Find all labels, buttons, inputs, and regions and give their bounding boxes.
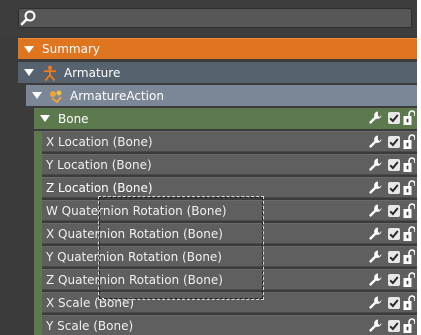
lock-icon[interactable] bbox=[403, 157, 415, 173]
wrench-icon[interactable] bbox=[367, 157, 383, 173]
channel-row[interactable]: Y Quaternion Rotation (Bone) bbox=[42, 246, 417, 267]
channel-label: Y Scale (Bone) bbox=[46, 318, 134, 333]
lock-icon[interactable] bbox=[403, 180, 415, 196]
lock-icon[interactable] bbox=[403, 226, 415, 242]
checkbox-icon[interactable] bbox=[388, 251, 400, 263]
channel-controls bbox=[367, 134, 415, 150]
channel-label: X Location (Bone) bbox=[46, 134, 153, 149]
checkbox-icon[interactable] bbox=[388, 320, 400, 332]
channel-controls bbox=[367, 318, 415, 334]
checkbox-icon[interactable] bbox=[388, 297, 400, 309]
search-input[interactable] bbox=[18, 8, 412, 28]
action-icon bbox=[50, 90, 62, 103]
wrench-icon[interactable] bbox=[367, 180, 383, 196]
channel-controls bbox=[367, 203, 415, 219]
dopesheet-channel-region: Summary Armature ArmatureAction Bone X L… bbox=[0, 0, 421, 335]
channel-label: Y Quaternion Rotation (Bone) bbox=[46, 249, 222, 264]
search-row bbox=[0, 0, 417, 36]
channel-row[interactable]: Y Location (Bone) bbox=[42, 154, 417, 175]
expand-arrow-icon[interactable] bbox=[40, 115, 50, 122]
lock-icon[interactable] bbox=[403, 203, 415, 219]
channel-row[interactable]: Z Quaternion Rotation (Bone) bbox=[42, 269, 417, 290]
channel-row[interactable]: W Quaternion Rotation (Bone) bbox=[42, 200, 417, 221]
group-indent-strip bbox=[34, 131, 42, 335]
wrench-icon[interactable] bbox=[367, 249, 383, 265]
channel-controls bbox=[367, 249, 415, 265]
checkbox-icon[interactable] bbox=[388, 136, 400, 148]
channel-label: Y Location (Bone) bbox=[46, 157, 152, 172]
channel-label: X Quaternion Rotation (Bone) bbox=[46, 226, 223, 241]
wrench-icon[interactable] bbox=[367, 318, 383, 334]
wrench-icon[interactable] bbox=[367, 226, 383, 242]
lock-icon[interactable] bbox=[403, 249, 415, 265]
channel-controls bbox=[367, 180, 415, 196]
channel-row[interactable]: Z Location (Bone) bbox=[42, 177, 417, 198]
wrench-icon[interactable] bbox=[367, 134, 383, 150]
lock-icon[interactable] bbox=[403, 110, 415, 126]
lock-icon[interactable] bbox=[403, 272, 415, 288]
wrench-icon[interactable] bbox=[367, 295, 383, 311]
wrench-icon[interactable] bbox=[367, 203, 383, 219]
channel-controls bbox=[367, 272, 415, 288]
expand-arrow-icon[interactable] bbox=[24, 69, 34, 76]
expand-arrow-icon[interactable] bbox=[24, 45, 34, 53]
summary-label: Summary bbox=[42, 42, 100, 56]
channel-controls bbox=[367, 295, 415, 311]
group-row[interactable]: Bone bbox=[34, 108, 417, 129]
checkbox-icon[interactable] bbox=[388, 205, 400, 217]
search-icon[interactable] bbox=[20, 9, 38, 27]
channel-list-panel: Summary Armature ArmatureAction Bone X L… bbox=[0, 0, 417, 335]
action-row[interactable]: ArmatureAction bbox=[26, 85, 417, 106]
checkbox-icon[interactable] bbox=[388, 182, 400, 194]
channel-row[interactable]: X Location (Bone) bbox=[42, 131, 417, 152]
channel-label: Z Location (Bone) bbox=[46, 180, 153, 195]
lock-icon[interactable] bbox=[403, 295, 415, 311]
checkbox-icon[interactable] bbox=[388, 159, 400, 171]
expand-arrow-icon[interactable] bbox=[32, 92, 42, 99]
channel-label: X Scale (Bone) bbox=[46, 295, 135, 310]
checkbox-icon[interactable] bbox=[388, 112, 400, 124]
channel-controls bbox=[367, 226, 415, 242]
lock-icon[interactable] bbox=[403, 134, 415, 150]
channel-controls bbox=[367, 157, 415, 173]
group-label: Bone bbox=[58, 111, 89, 126]
channel-label: Z Quaternion Rotation (Bone) bbox=[46, 272, 223, 287]
wrench-icon[interactable] bbox=[367, 110, 383, 126]
channel-label: W Quaternion Rotation (Bone) bbox=[46, 203, 227, 218]
checkbox-icon[interactable] bbox=[388, 274, 400, 286]
channel-row[interactable]: X Scale (Bone) bbox=[42, 292, 417, 313]
armature-label: Armature bbox=[64, 65, 121, 80]
summary-row[interactable]: Summary bbox=[18, 38, 417, 59]
lock-icon[interactable] bbox=[403, 318, 415, 334]
armature-icon bbox=[44, 65, 56, 81]
group-controls bbox=[367, 110, 415, 126]
channel-row[interactable]: X Quaternion Rotation (Bone) bbox=[42, 223, 417, 244]
armature-row[interactable]: Armature bbox=[18, 62, 417, 83]
checkbox-icon[interactable] bbox=[388, 228, 400, 240]
action-label: ArmatureAction bbox=[70, 88, 164, 103]
wrench-icon[interactable] bbox=[367, 272, 383, 288]
channel-row[interactable]: Y Scale (Bone) bbox=[42, 315, 417, 335]
